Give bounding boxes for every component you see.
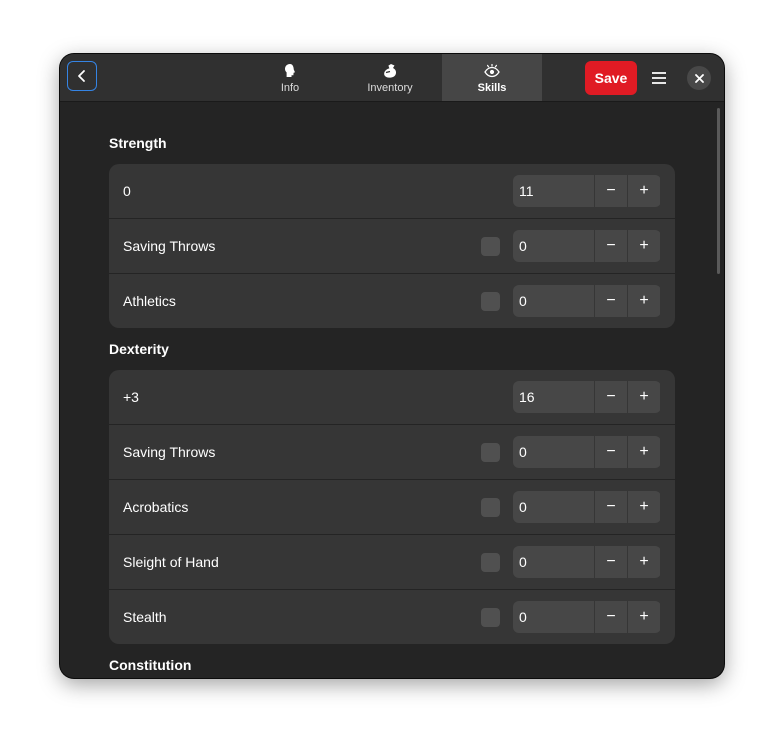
skill-spinbutton: 0 − +: [513, 601, 661, 633]
skill-label: Stealth: [123, 609, 167, 625]
skill-row: Stealth 0 − +: [109, 590, 675, 644]
minus-icon: −: [606, 182, 616, 199]
tab-info[interactable]: Info: [240, 54, 340, 101]
close-icon: [694, 73, 704, 83]
scrollbar[interactable]: [717, 108, 720, 274]
head-icon: [283, 63, 297, 79]
save-button[interactable]: Save: [585, 61, 637, 95]
increment-button[interactable]: +: [627, 491, 660, 523]
skill-label: Athletics: [123, 293, 176, 309]
increment-button[interactable]: +: [627, 546, 660, 578]
plus-icon: +: [639, 388, 649, 405]
skill-row: Acrobatics 0 − +: [109, 480, 675, 535]
minus-icon: −: [606, 553, 616, 570]
score-spinbutton: 11 − +: [513, 175, 661, 207]
skill-label: Saving Throws: [123, 444, 216, 460]
increment-button[interactable]: +: [627, 175, 660, 207]
decrement-button[interactable]: −: [594, 436, 627, 468]
decrement-button[interactable]: −: [594, 546, 627, 578]
back-button[interactable]: [67, 61, 97, 91]
ability-modifier: 0: [123, 183, 131, 199]
score-spinbutton: 16 − +: [513, 381, 661, 413]
hamburger-menu-icon: [652, 72, 666, 84]
increment-button[interactable]: +: [627, 230, 660, 262]
section-title-constitution: Constitution: [109, 657, 192, 673]
skill-label: Saving Throws: [123, 238, 216, 254]
ability-modifier: +3: [123, 389, 139, 405]
main-menu-button[interactable]: [644, 63, 674, 93]
chevron-left-icon: [78, 70, 85, 82]
skill-spinbutton: 0 − +: [513, 285, 661, 317]
plus-icon: +: [639, 443, 649, 460]
plus-icon: +: [639, 553, 649, 570]
skill-row: Sleight of Hand 0 − +: [109, 535, 675, 590]
card-dexterity: +3 16 − + Saving Throws 0 − + Acrobatics…: [109, 370, 675, 644]
minus-icon: −: [606, 388, 616, 405]
skill-row: Saving Throws 0 − +: [109, 425, 675, 480]
ability-row-strength: 0 11 − +: [109, 164, 675, 219]
header-bar: Info Inventory Skills Save: [60, 54, 724, 102]
decrement-button[interactable]: −: [594, 601, 627, 633]
increment-button[interactable]: +: [627, 285, 660, 317]
tab-skills[interactable]: Skills: [442, 54, 542, 101]
minus-icon: −: [606, 608, 616, 625]
skill-spinbutton: 0 − +: [513, 546, 661, 578]
plus-icon: +: [639, 182, 649, 199]
ability-row-dexterity: +3 16 − +: [109, 370, 675, 425]
eye-icon: [484, 63, 500, 79]
skill-value-input[interactable]: 0: [513, 546, 594, 578]
proficiency-checkbox[interactable]: [481, 553, 500, 572]
minus-icon: −: [606, 292, 616, 309]
decrement-button[interactable]: −: [594, 285, 627, 317]
plus-icon: +: [639, 292, 649, 309]
skill-value-input[interactable]: 0: [513, 230, 594, 262]
tab-inventory-label: Inventory: [367, 82, 413, 94]
decrement-button[interactable]: −: [594, 381, 627, 413]
minus-icon: −: [606, 237, 616, 254]
minus-icon: −: [606, 443, 616, 460]
section-title-dexterity: Dexterity: [109, 341, 169, 357]
app-window: Info Inventory Skills Save Strength 0 11…: [60, 54, 724, 678]
plus-icon: +: [639, 237, 649, 254]
plus-icon: +: [639, 498, 649, 515]
skill-spinbutton: 0 − +: [513, 230, 661, 262]
skill-row: Saving Throws 0 − +: [109, 219, 675, 274]
increment-button[interactable]: +: [627, 436, 660, 468]
tab-info-label: Info: [280, 82, 300, 94]
skill-value-input[interactable]: 0: [513, 491, 594, 523]
skill-spinbutton: 0 − +: [513, 491, 661, 523]
tab-inventory[interactable]: Inventory: [340, 54, 440, 101]
skill-spinbutton: 0 − +: [513, 436, 661, 468]
plus-icon: +: [639, 608, 649, 625]
proficiency-checkbox[interactable]: [481, 237, 500, 256]
proficiency-checkbox[interactable]: [481, 443, 500, 462]
skill-value-input[interactable]: 0: [513, 601, 594, 633]
decrement-button[interactable]: −: [594, 491, 627, 523]
section-title-strength: Strength: [109, 135, 167, 151]
minus-icon: −: [606, 498, 616, 515]
increment-button[interactable]: +: [627, 601, 660, 633]
tab-skills-label: Skills: [477, 82, 507, 94]
skill-label: Sleight of Hand: [123, 554, 219, 570]
bag-icon: [382, 63, 398, 79]
skill-label: Acrobatics: [123, 499, 189, 515]
close-button[interactable]: [687, 66, 711, 90]
score-input[interactable]: 11: [513, 175, 594, 207]
increment-button[interactable]: +: [627, 381, 660, 413]
proficiency-checkbox[interactable]: [481, 498, 500, 517]
skill-value-input[interactable]: 0: [513, 436, 594, 468]
proficiency-checkbox[interactable]: [481, 292, 500, 311]
score-input[interactable]: 16: [513, 381, 594, 413]
decrement-button[interactable]: −: [594, 230, 627, 262]
proficiency-checkbox[interactable]: [481, 608, 500, 627]
skill-row: Athletics 0 − +: [109, 274, 675, 328]
card-strength: 0 11 − + Saving Throws 0 − + Athletics 0…: [109, 164, 675, 328]
decrement-button[interactable]: −: [594, 175, 627, 207]
skill-value-input[interactable]: 0: [513, 285, 594, 317]
